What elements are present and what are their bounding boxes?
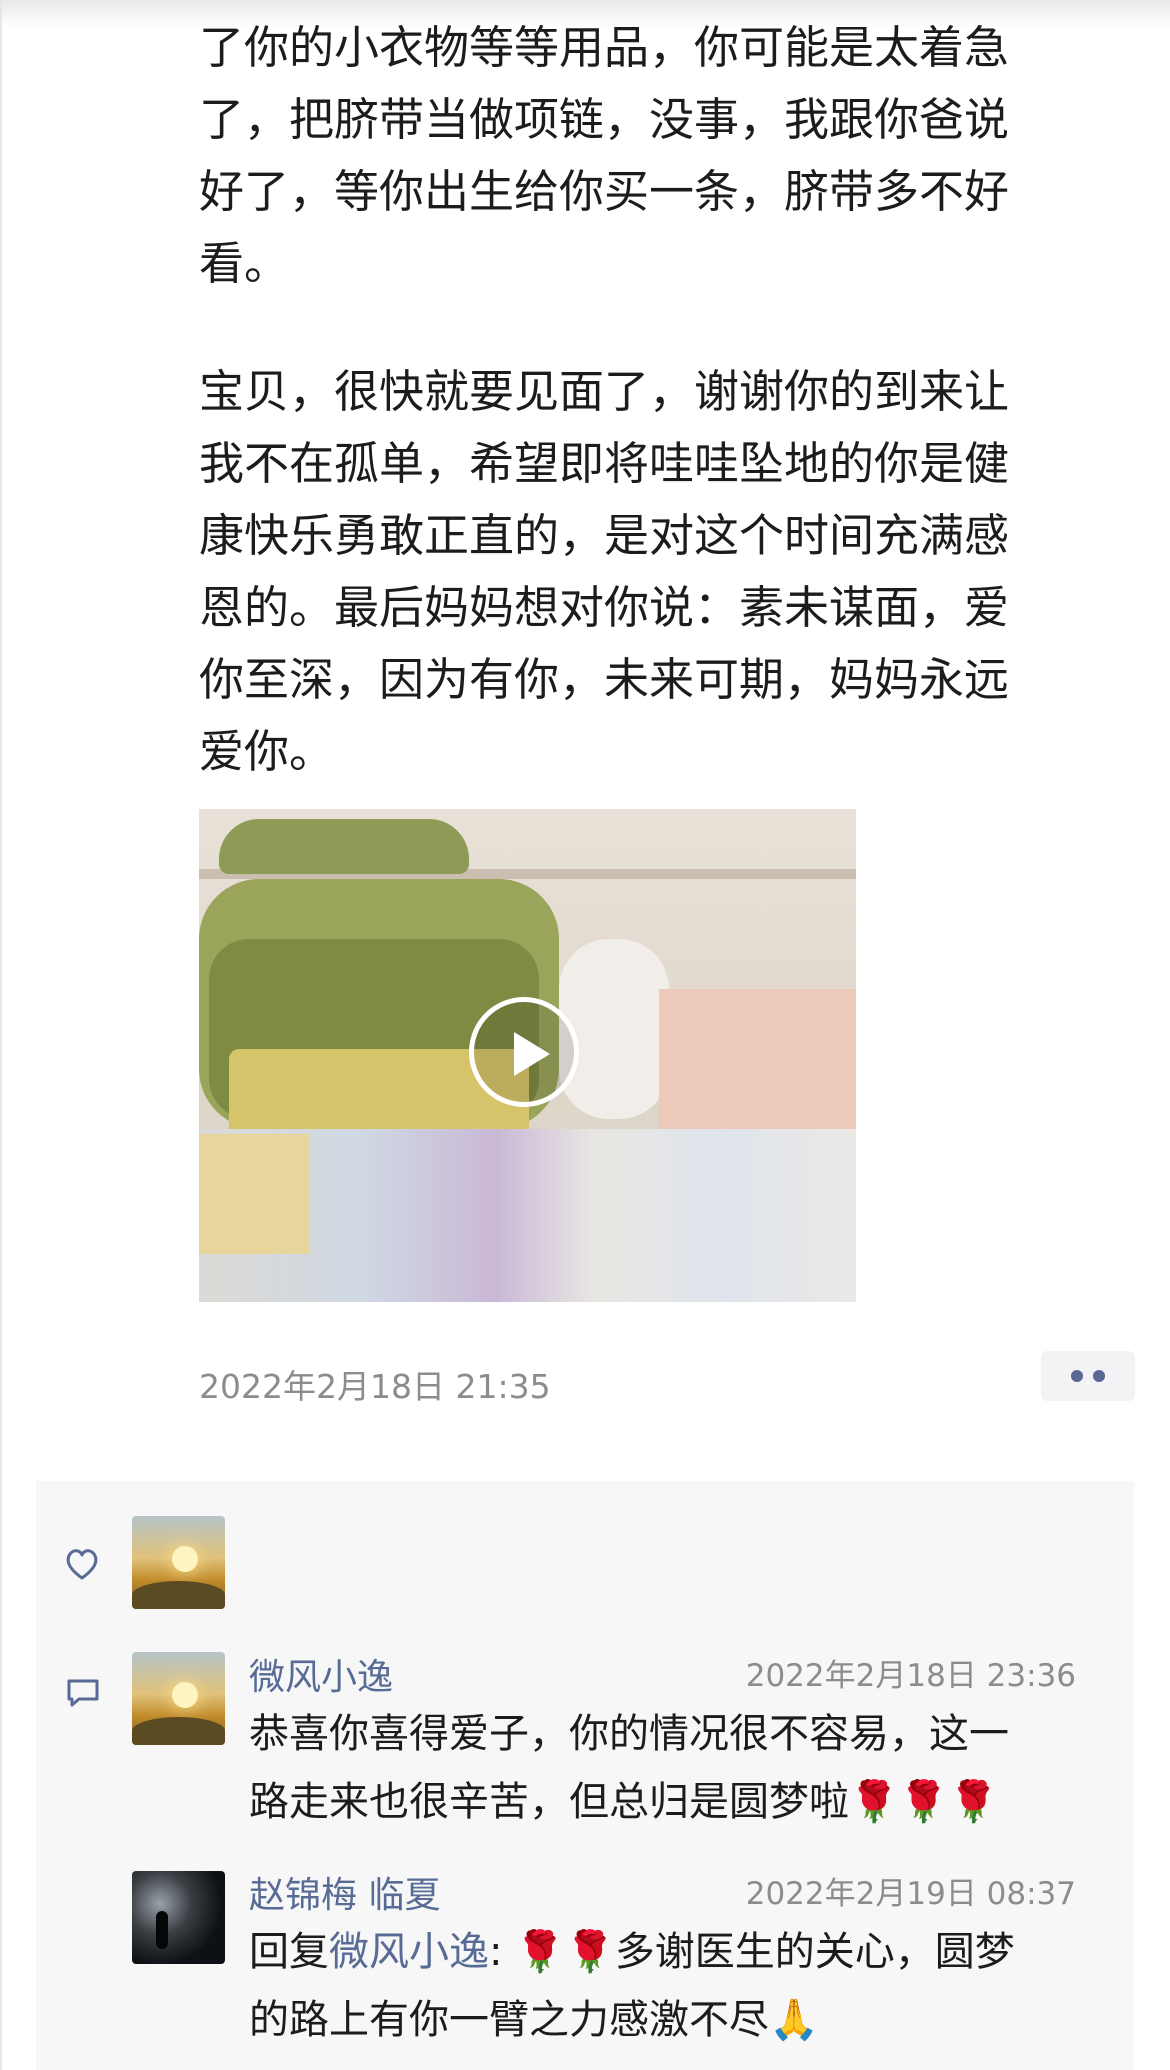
reply-avatar[interactable]: [132, 1871, 225, 1964]
reply-text[interactable]: 回复微风小逸: 🌹🌹多谢医生的关心，圆梦 的路上有你一臂之力感激不尽🙏: [249, 1918, 1109, 2054]
thumb-yellow-box: [199, 1134, 309, 1254]
reply-body-line2: 的路上有你一臂之力感激不尽: [249, 1997, 769, 2043]
rose-icon: 🌹🌹🌹: [849, 1779, 999, 1825]
comment-text[interactable]: 恭喜你喜得爱子，你的情况很不容易，这一 路走来也很辛苦，但总归是圆梦啦🌹🌹🌹: [249, 1700, 1109, 1836]
more-dots-icon[interactable]: [1041, 1351, 1135, 1401]
comment-timestamp: 2022年2月18日 23:36: [745, 1658, 1076, 1694]
liker-avatar[interactable]: [132, 1516, 225, 1609]
folded-hands-icon: 🙏: [769, 1997, 819, 2043]
thumb-towels: [659, 989, 856, 1139]
avatar-hill: [132, 1717, 225, 1745]
left-divider: [0, 0, 2, 2070]
thumb-plush-bear: [559, 939, 669, 1119]
thumb-frog-basin: [219, 819, 469, 874]
comment-author[interactable]: 微风小逸: [249, 1648, 393, 1700]
reply-to-link[interactable]: 微风小逸: [329, 1929, 489, 1975]
post-paragraph-1: 了你的小衣物等等用品，你可能是太着急 了，把脐带当做项链，没事，我跟你爸说 好了…: [199, 12, 1099, 300]
more-dot: [1071, 1370, 1083, 1382]
commenter-avatar[interactable]: [132, 1652, 225, 1745]
avatar-sun: [172, 1682, 198, 1708]
video-thumbnail[interactable]: [199, 809, 856, 1302]
more-dot: [1093, 1370, 1105, 1382]
reply-author[interactable]: 赵锦梅 临夏: [249, 1866, 440, 1918]
post-paragraph-2-text: 宝贝，很快就要见面了，谢谢你的到来让 我不在孤单，希望即将哇哇坠地的你是健 康快…: [199, 365, 1010, 778]
avatar-sun: [172, 1546, 198, 1572]
heart-outline-icon[interactable]: [63, 1545, 101, 1583]
reply-prefix: 回复: [249, 1929, 329, 1975]
rose-icon: 🌹🌹: [515, 1929, 615, 1975]
comment-bubble-icon[interactable]: [65, 1675, 101, 1711]
avatar-hill: [132, 1581, 225, 1609]
play-triangle: [514, 1032, 550, 1076]
reply-separator: :: [489, 1929, 503, 1975]
avatar-figure: [156, 1911, 168, 1949]
post-paragraph-1-text: 了你的小衣物等等用品，你可能是太着急 了，把脐带当做项链，没事，我跟你爸说 好了…: [199, 21, 1010, 290]
post-paragraph-2: 宝贝，很快就要见面了，谢谢你的到来让 我不在孤单，希望即将哇哇坠地的你是健 康快…: [199, 356, 1099, 788]
play-icon[interactable]: [469, 997, 579, 1107]
reply-timestamp: 2022年2月19日 08:37: [745, 1876, 1076, 1912]
post-timestamp: 2022年2月18日 21:35: [199, 1367, 551, 1406]
reply-body-line1: 多谢医生的关心，圆梦: [614, 1929, 1015, 1975]
